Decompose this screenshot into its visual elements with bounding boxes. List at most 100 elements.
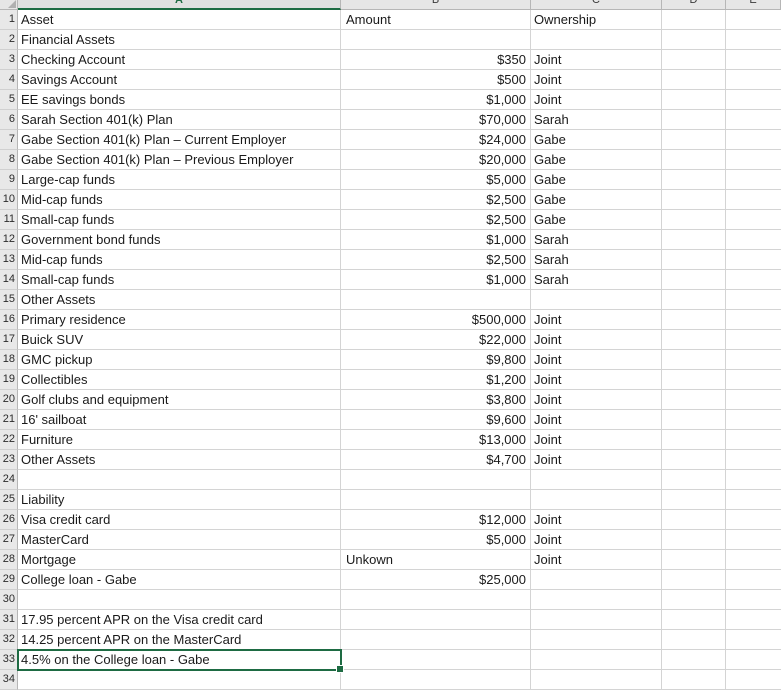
cell-A13[interactable]: Mid-cap funds (18, 250, 341, 270)
cell-A29[interactable]: College loan - Gabe (18, 570, 341, 590)
cell-C33[interactable] (531, 650, 662, 670)
cell-D33[interactable] (662, 650, 726, 670)
cell-E7[interactable] (726, 130, 781, 150)
table-row[interactable]: 19 Collectibles $1,200 Joint (0, 370, 781, 390)
cell-B17[interactable]: $22,000 (341, 330, 531, 350)
select-all-corner[interactable] (0, 0, 18, 10)
cell-B5[interactable]: $1,000 (341, 90, 531, 110)
cell-D6[interactable] (662, 110, 726, 130)
cell-B28[interactable]: Unkown (341, 550, 531, 570)
cell-D34[interactable] (662, 670, 726, 690)
cell-E26[interactable] (726, 510, 781, 530)
row-header-24[interactable]: 24 (0, 470, 18, 490)
cell-D1[interactable] (662, 10, 726, 30)
cell-D25[interactable] (662, 490, 726, 510)
table-row[interactable]: 10 Mid-cap funds $2,500 Gabe (0, 190, 781, 210)
cell-D18[interactable] (662, 350, 726, 370)
cell-E17[interactable] (726, 330, 781, 350)
cell-B22[interactable]: $13,000 (341, 430, 531, 450)
cell-E16[interactable] (726, 310, 781, 330)
cell-C4[interactable]: Joint (531, 70, 662, 90)
row-header-4[interactable]: 4 (0, 70, 18, 90)
row-header-33[interactable]: 33 (0, 650, 18, 670)
cell-D26[interactable] (662, 510, 726, 530)
cell-E28[interactable] (726, 550, 781, 570)
cell-B27[interactable]: $5,000 (341, 530, 531, 550)
cell-D15[interactable] (662, 290, 726, 310)
cell-C32[interactable] (531, 630, 662, 650)
cell-E6[interactable] (726, 110, 781, 130)
row-header-15[interactable]: 15 (0, 290, 18, 310)
cell-C16[interactable]: Joint (531, 310, 662, 330)
cell-D4[interactable] (662, 70, 726, 90)
cell-C3[interactable]: Joint (531, 50, 662, 70)
cell-E32[interactable] (726, 630, 781, 650)
cell-D3[interactable] (662, 50, 726, 70)
row-header-14[interactable]: 14 (0, 270, 18, 290)
row-header-27[interactable]: 27 (0, 530, 18, 550)
cell-E8[interactable] (726, 150, 781, 170)
cell-A5[interactable]: EE savings bonds (18, 90, 341, 110)
cell-E2[interactable] (726, 30, 781, 50)
row-header-1[interactable]: 1 (0, 10, 18, 30)
cell-E18[interactable] (726, 350, 781, 370)
cell-C14[interactable]: Sarah (531, 270, 662, 290)
cell-B8[interactable]: $20,000 (341, 150, 531, 170)
cell-E22[interactable] (726, 430, 781, 450)
table-row[interactable]: 25 Liability (0, 490, 781, 510)
cell-D5[interactable] (662, 90, 726, 110)
cell-C20[interactable]: Joint (531, 390, 662, 410)
cell-E9[interactable] (726, 170, 781, 190)
cell-A33[interactable]: 4.5% on the College loan - Gabe (18, 650, 341, 670)
row-header-28[interactable]: 28 (0, 550, 18, 570)
cell-B4[interactable]: $500 (341, 70, 531, 90)
cell-D7[interactable] (662, 130, 726, 150)
row-header-20[interactable]: 20 (0, 390, 18, 410)
cell-E1[interactable] (726, 10, 781, 30)
row-header-26[interactable]: 26 (0, 510, 18, 530)
row-header-22[interactable]: 22 (0, 430, 18, 450)
cell-D14[interactable] (662, 270, 726, 290)
table-row[interactable]: 21 16' sailboat $9,600 Joint (0, 410, 781, 430)
cell-A22[interactable]: Furniture (18, 430, 341, 450)
cell-C6[interactable]: Sarah (531, 110, 662, 130)
cell-A2[interactable]: Financial Assets (18, 30, 341, 50)
table-row[interactable]: 33 4.5% on the College loan - Gabe (0, 650, 781, 670)
row-header-11[interactable]: 11 (0, 210, 18, 230)
table-row[interactable]: 6 Sarah Section 401(k) Plan $70,000 Sarah (0, 110, 781, 130)
cell-D30[interactable] (662, 590, 726, 610)
column-header-c[interactable]: C (531, 0, 662, 10)
cell-A30[interactable] (18, 590, 341, 610)
cell-D29[interactable] (662, 570, 726, 590)
row-header-29[interactable]: 29 (0, 570, 18, 590)
cell-C2[interactable] (531, 30, 662, 50)
cell-A17[interactable]: Buick SUV (18, 330, 341, 350)
cell-A24[interactable] (18, 470, 341, 490)
cell-D16[interactable] (662, 310, 726, 330)
cell-E25[interactable] (726, 490, 781, 510)
cell-C34[interactable] (531, 670, 662, 690)
cell-B33[interactable] (341, 650, 531, 670)
table-row[interactable]: 24 (0, 470, 781, 490)
cell-C15[interactable] (531, 290, 662, 310)
cell-E4[interactable] (726, 70, 781, 90)
column-header-b[interactable]: B (341, 0, 531, 10)
cell-E33[interactable] (726, 650, 781, 670)
cell-C29[interactable] (531, 570, 662, 590)
cell-A12[interactable]: Government bond funds (18, 230, 341, 250)
cell-B13[interactable]: $2,500 (341, 250, 531, 270)
cell-C7[interactable]: Gabe (531, 130, 662, 150)
table-row[interactable]: 27 MasterCard $5,000 Joint (0, 530, 781, 550)
table-row[interactable]: 3 Checking Account $350 Joint (0, 50, 781, 70)
row-header-31[interactable]: 31 (0, 610, 18, 630)
cell-C8[interactable]: Gabe (531, 150, 662, 170)
cell-A3[interactable]: Checking Account (18, 50, 341, 70)
cell-D8[interactable] (662, 150, 726, 170)
cell-B19[interactable]: $1,200 (341, 370, 531, 390)
cell-C26[interactable]: Joint (531, 510, 662, 530)
row-header-6[interactable]: 6 (0, 110, 18, 130)
cell-D31[interactable] (662, 610, 726, 630)
cell-A25[interactable]: Liability (18, 490, 341, 510)
cell-C18[interactable]: Joint (531, 350, 662, 370)
cell-A14[interactable]: Small-cap funds (18, 270, 341, 290)
